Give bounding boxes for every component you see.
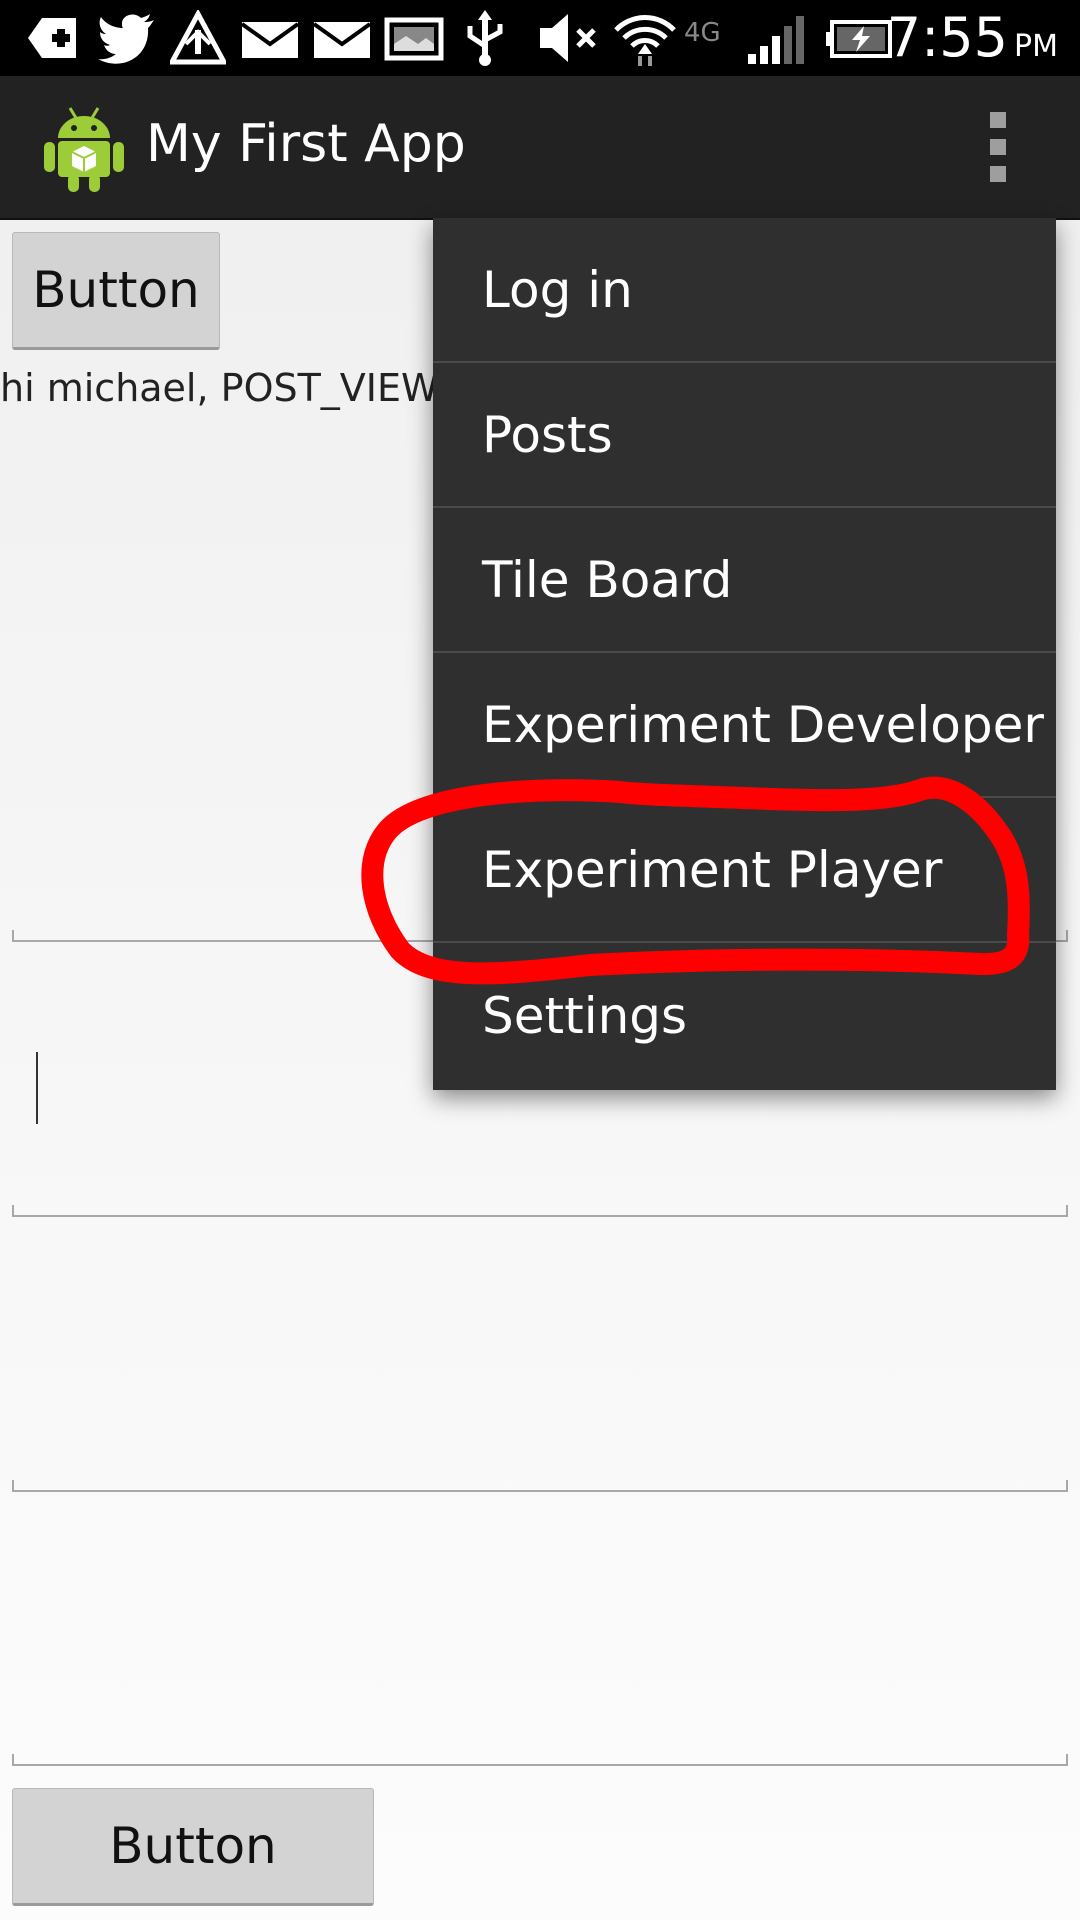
mute-icon [540, 14, 596, 62]
annotation-stroke [361, 776, 1030, 985]
wifi-icon [614, 15, 676, 66]
usb-icon [467, 10, 503, 66]
text-cursor [36, 1052, 38, 1124]
clock-ampm: PM [1014, 29, 1058, 64]
app-title: My First App [146, 114, 466, 174]
menu-item-tile-board[interactable]: Tile Board [433, 508, 1056, 653]
greeting-text: hi michael, POST_VIEW [0, 366, 439, 410]
overflow-dot [990, 139, 1006, 155]
clock-time: 7:55 [886, 6, 1009, 69]
status-bar: 4G 7:55 PM [0, 0, 1080, 76]
warning-icon [170, 10, 226, 65]
red-circle-annotation [361, 776, 1030, 985]
signal-icon [748, 16, 804, 64]
top-button[interactable]: Button [12, 232, 220, 350]
image-icon [384, 17, 444, 61]
mail-icon [312, 22, 372, 58]
mail-icon [240, 22, 300, 58]
menu-item-posts[interactable]: Posts [433, 363, 1056, 508]
text-field[interactable] [12, 1199, 1068, 1217]
overflow-dot [990, 112, 1006, 128]
battery-charging-icon [826, 20, 892, 58]
clock: 7:55 PM [887, 6, 1058, 69]
text-field[interactable] [12, 1474, 1068, 1492]
overflow-menu-icon[interactable] [976, 104, 1020, 190]
action-bar: My First App [0, 76, 1080, 220]
add-box-icon [28, 18, 76, 58]
overflow-dot [990, 166, 1006, 182]
text-field[interactable] [12, 1748, 1068, 1766]
menu-item-log-in[interactable]: Log in [433, 218, 1056, 363]
network-4g-icon: 4G [684, 18, 721, 48]
bottom-button[interactable]: Button [12, 1788, 374, 1906]
twitter-icon [98, 14, 154, 64]
android-icon[interactable] [42, 102, 126, 194]
